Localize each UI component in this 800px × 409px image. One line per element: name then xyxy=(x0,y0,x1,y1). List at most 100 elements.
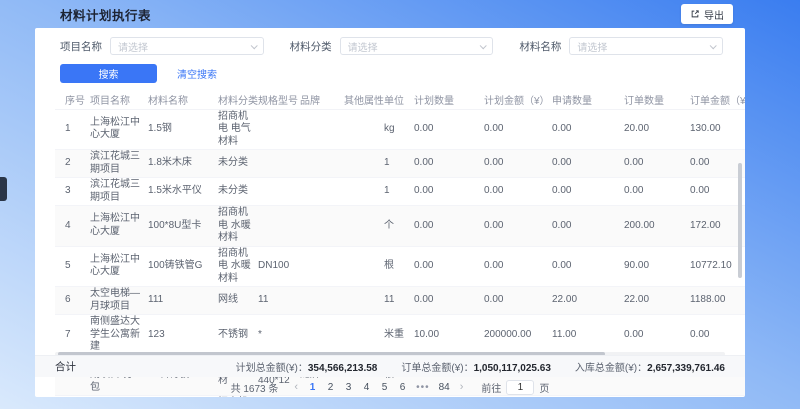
table-cell: 200000.00 xyxy=(484,315,552,356)
table-cell xyxy=(300,178,344,206)
inbound-total-label: 入库总金额(¥)： xyxy=(575,363,647,374)
table-cell: 南侧盛达大学生公寓新建 xyxy=(90,315,148,356)
table-cell xyxy=(344,246,384,287)
table-cell: * xyxy=(258,315,300,356)
page-button[interactable]: 5 xyxy=(378,382,391,393)
column-header: 规格型号 xyxy=(258,91,300,109)
filter-label: 材料名称 xyxy=(519,39,561,54)
table-row: 7南侧盛达大学生公寓新建123不锈钢*米重10.00200000.0011.00… xyxy=(55,315,745,356)
goto-page-input[interactable] xyxy=(506,380,534,395)
table-cell xyxy=(258,109,300,150)
table-cell: 2 xyxy=(55,150,90,178)
table-cell: 滨江花城三期项目 xyxy=(90,178,148,206)
clear-search-link[interactable]: 清空搜索 xyxy=(177,66,217,81)
content-panel: 项目名称 请选择 材料分类 请选择 材料名称 请选择 搜索 清空搜索 xyxy=(35,28,745,397)
column-header: 序号 xyxy=(55,91,90,109)
page-button[interactable]: 2 xyxy=(324,382,337,393)
table-cell: 0.00 xyxy=(414,206,484,247)
table-cell: kg xyxy=(384,109,414,150)
table-cell: 0.00 xyxy=(552,150,624,178)
column-header: 计划数量 xyxy=(414,91,484,109)
table-cell: 1 xyxy=(55,109,90,150)
table-cell: 0.00 xyxy=(552,206,624,247)
filter-material-category: 材料分类 请选择 xyxy=(290,37,494,55)
order-total-label: 订单总金额(¥)： xyxy=(401,363,473,374)
inbound-total-value: 2,657,339,761.46 xyxy=(647,363,725,374)
order-total: 订单总金额(¥)：1,050,117,025.63 xyxy=(401,359,551,374)
total-label: 合计 xyxy=(55,359,76,374)
table-cell: 0.00 xyxy=(552,178,624,206)
table-row: 5上海松江中心大厦100铸铁管G招商机电 水暖材料DN100根0.000.000… xyxy=(55,246,745,287)
column-header: 材料分类 xyxy=(218,91,258,109)
table-cell xyxy=(300,206,344,247)
table-cell: 100*8U型卡 xyxy=(148,206,218,247)
page-button[interactable]: 4 xyxy=(360,382,373,393)
table-cell: 1188.00 xyxy=(690,287,745,315)
prev-page-button[interactable]: ‹ xyxy=(291,381,301,393)
table-cell: 172.00 xyxy=(690,206,745,247)
chevron-down-icon xyxy=(480,42,487,49)
table-cell: 个 xyxy=(384,206,414,247)
table-cell: 20.00 xyxy=(624,109,690,150)
table-header-row: 序号项目名称材料名称材料分类规格型号品牌其他属性单位计划数量计划金额（¥）申请数… xyxy=(55,91,745,109)
table-cell xyxy=(344,150,384,178)
table-cell: 0.00 xyxy=(414,178,484,206)
table-cell: 0.00 xyxy=(414,150,484,178)
table-cell: 200.00 xyxy=(624,206,690,247)
table-cell: 10772.10 xyxy=(690,246,745,287)
table-cell: 100铸铁管G xyxy=(148,246,218,287)
page-button[interactable]: 3 xyxy=(342,382,355,393)
table-cell: 123 xyxy=(148,315,218,356)
table-cell xyxy=(300,246,344,287)
goto-suffix: 页 xyxy=(539,380,549,395)
table-cell: 未分类 xyxy=(218,150,258,178)
material-category-select[interactable]: 请选择 xyxy=(340,37,494,55)
next-page-button[interactable]: › xyxy=(457,381,467,393)
page-button[interactable]: 1 xyxy=(306,382,319,393)
table-cell: 米重 xyxy=(384,315,414,356)
table-cell: 0.00 xyxy=(624,315,690,356)
table-cell: 滨江花城三期项目 xyxy=(90,150,148,178)
table-cell: 招商机电 水暖材料 xyxy=(218,206,258,247)
table-cell: 0.00 xyxy=(690,178,745,206)
planned-total-label: 计划总金额(¥)： xyxy=(236,363,308,374)
table-row: 1上海松江中心大厦1.5钢招商机电 电气材料kg0.000.000.0020.0… xyxy=(55,109,745,150)
table-cell: 未分类 xyxy=(218,178,258,206)
goto-page: 前往 页 xyxy=(481,380,549,395)
material-name-select[interactable]: 请选择 xyxy=(569,37,723,55)
action-bar: 搜索 清空搜索 xyxy=(60,64,745,83)
export-icon xyxy=(690,9,700,19)
table-row: 6太空电梯—月球项目111网线11110.000.0022.0022.00118… xyxy=(55,287,745,315)
table-cell xyxy=(344,315,384,356)
filter-project-name: 项目名称 请选择 xyxy=(60,37,264,55)
table-cell: 0.00 xyxy=(484,206,552,247)
page-button[interactable]: 6 xyxy=(396,382,409,393)
filter-label: 项目名称 xyxy=(60,39,102,54)
table-cell: 0.00 xyxy=(552,246,624,287)
search-button[interactable]: 搜索 xyxy=(60,64,157,83)
table-cell: 0.00 xyxy=(552,109,624,150)
table-cell: 4 xyxy=(55,206,90,247)
page-button[interactable]: 84 xyxy=(437,382,452,393)
table-cell: 111 xyxy=(148,287,218,315)
table-cell: 0.00 xyxy=(414,246,484,287)
vertical-scrollbar[interactable] xyxy=(738,163,742,278)
table-cell: 1.8米木床 xyxy=(148,150,218,178)
table-cell: 网线 xyxy=(218,287,258,315)
table-cell: 0.00 xyxy=(484,150,552,178)
planned-total: 计划总金额(¥)：354,566,213.58 xyxy=(236,359,378,374)
table-cell: 7 xyxy=(55,315,90,356)
table-cell: 0.00 xyxy=(690,315,745,356)
table-row: 2滨江花城三期项目1.8米木床未分类10.000.000.000.000.00 xyxy=(55,150,745,178)
table-cell: 上海松江中心大厦 xyxy=(90,109,148,150)
table-cell xyxy=(300,315,344,356)
export-button[interactable]: 导出 xyxy=(681,4,733,24)
sidebar-collapse-handle[interactable] xyxy=(0,177,7,201)
pager: 123456•••84 xyxy=(306,382,452,393)
column-header: 项目名称 xyxy=(90,91,148,109)
table-cell: 0.00 xyxy=(484,287,552,315)
table-cell: 0.00 xyxy=(484,109,552,150)
chevron-down-icon xyxy=(250,42,257,49)
select-placeholder: 请选择 xyxy=(577,39,607,54)
project-name-select[interactable]: 请选择 xyxy=(110,37,264,55)
